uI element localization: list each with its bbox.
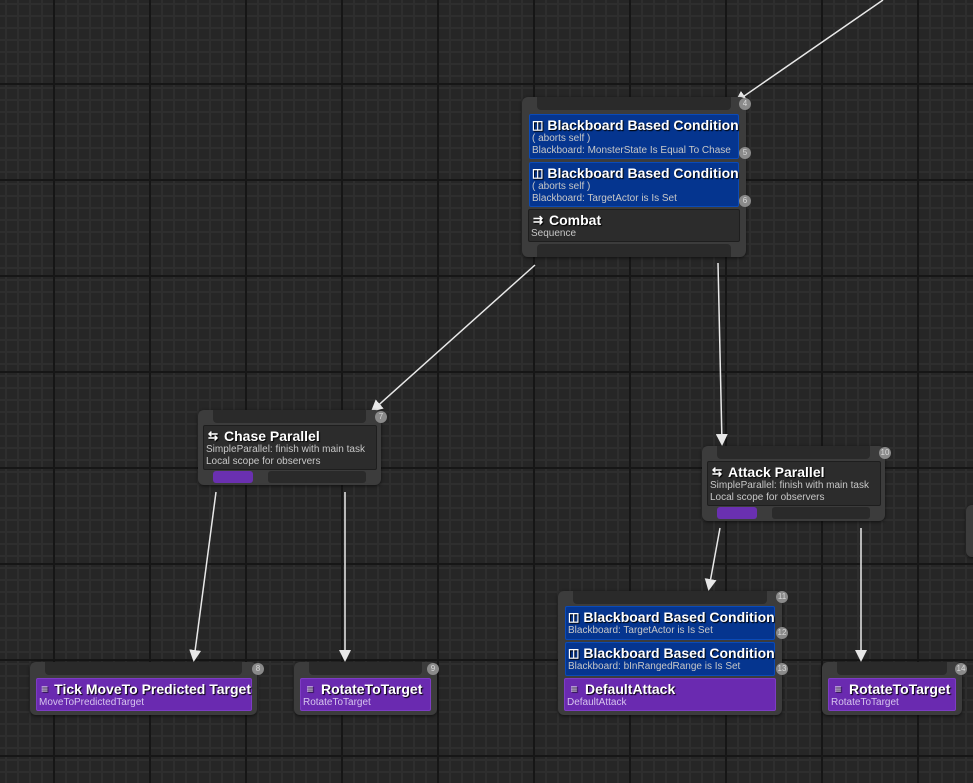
- node-subtitle: MoveToPredictedTarget: [39, 697, 145, 708]
- task-icon: ≡: [834, 681, 842, 696]
- execution-index-badge: 6: [739, 195, 751, 207]
- attack-parallel-body[interactable]: ⇆ Attack Parallel SimpleParallel: finish …: [707, 461, 881, 506]
- blackboard-icon: ◫: [568, 645, 580, 660]
- rotate-to-target-node[interactable]: ≡ RotateToTarget RotateToTarget: [822, 662, 962, 715]
- decorator-target-actor[interactable]: ◫ Blackboard Based Condition Blackboard: …: [565, 606, 775, 640]
- edge-chase-tick-move: [189, 491, 217, 662]
- rotate-to-target-node[interactable]: ≡ RotateToTarget RotateToTarget: [294, 662, 437, 715]
- decorator-title: Blackboard Based Condition: [583, 645, 775, 661]
- input-pin[interactable]: [309, 662, 422, 675]
- input-pin[interactable]: [213, 410, 366, 423]
- node-title: DefaultAttack: [585, 681, 676, 697]
- decorator-title: Blackboard Based Condition: [583, 609, 775, 625]
- execution-index-badge: 11: [776, 591, 788, 603]
- chase-parallel-body[interactable]: ⇆ Chase Parallel SimpleParallel: finish w…: [203, 425, 377, 470]
- execution-index-badge: 9: [427, 663, 439, 675]
- node-title: Combat: [549, 212, 602, 228]
- decorator-in-ranged-range[interactable]: ◫ Blackboard Based Condition Blackboard: …: [565, 642, 775, 676]
- node-title: RotateToTarget: [321, 681, 423, 697]
- parallel-icon: ⇆: [711, 464, 723, 479]
- rotate-task[interactable]: ≡ RotateToTarget RotateToTarget: [300, 678, 431, 711]
- background-pin[interactable]: [268, 471, 366, 483]
- decorator-detail: Blackboard: TargetActor is Is Set: [532, 193, 677, 204]
- execution-index-badge: 4: [739, 98, 751, 110]
- sequence-icon: ⇉: [532, 212, 544, 227]
- task-icon: ≡: [306, 681, 314, 696]
- attack-parallel-node[interactable]: ⇆ Attack Parallel SimpleParallel: finish …: [702, 446, 885, 521]
- combat-node[interactable]: ◫ Blackboard Based Condition ( aborts sel…: [522, 97, 746, 257]
- output-pin[interactable]: [537, 244, 731, 257]
- main-task-pin[interactable]: [213, 471, 253, 483]
- chase-parallel-node[interactable]: ⇆ Chase Parallel SimpleParallel: finish w…: [198, 410, 381, 485]
- node-detail: Local scope for observers: [710, 492, 825, 503]
- input-pin[interactable]: [45, 662, 242, 675]
- blackboard-icon: ◫: [568, 609, 580, 624]
- default-attack-node[interactable]: ◫ Blackboard Based Condition Blackboard: …: [558, 591, 782, 715]
- rotate-task[interactable]: ≡ RotateToTarget RotateToTarget: [828, 678, 956, 711]
- execution-index-badge: 14: [955, 663, 967, 675]
- node-subtitle: DefaultAttack: [567, 697, 627, 708]
- tick-moveto-task[interactable]: ≡ Tick MoveTo Predicted Target MoveToPred…: [36, 678, 252, 711]
- blackboard-icon: ◫: [532, 117, 544, 132]
- task-icon: ≡: [570, 681, 578, 696]
- parallel-icon: ⇆: [207, 428, 219, 443]
- execution-index-badge: 8: [252, 663, 264, 675]
- decorator-title: Blackboard Based Condition: [547, 165, 739, 181]
- task-icon: ≡: [41, 681, 49, 696]
- input-pin[interactable]: [837, 662, 947, 675]
- input-pin[interactable]: [717, 446, 870, 459]
- input-pin[interactable]: [573, 591, 767, 604]
- decorator-detail: Blackboard: MonsterState Is Equal To Cha…: [532, 145, 731, 156]
- execution-index-badge: 12: [776, 627, 788, 639]
- abort-mode: ( aborts self ): [532, 133, 591, 144]
- edge-combat-chase: [370, 264, 536, 413]
- node-title: Chase Parallel: [224, 428, 320, 444]
- execution-index-badge: 10: [879, 447, 891, 459]
- background-pin[interactable]: [772, 507, 870, 519]
- main-task-pin[interactable]: [717, 507, 757, 519]
- execution-index-badge: 7: [375, 411, 387, 423]
- input-pin[interactable]: [537, 97, 731, 110]
- node-title: RotateToTarget: [849, 681, 951, 697]
- combat-sequence[interactable]: ⇉ Combat Sequence: [528, 209, 740, 242]
- decorator-monster-state[interactable]: ◫ Blackboard Based Condition ( aborts sel…: [529, 114, 739, 159]
- abort-mode: ( aborts self ): [532, 181, 591, 192]
- execution-index-badge: 13: [776, 663, 788, 675]
- edge-root-combat: [734, 0, 884, 103]
- node-detail: SimpleParallel: finish with main task: [206, 444, 365, 455]
- execution-index-badge: 5: [739, 147, 751, 159]
- decorator-title: Blackboard Based Condition: [547, 117, 739, 133]
- edge-attack-parallel-attack: [704, 527, 721, 591]
- node-title: Tick MoveTo Predicted Target: [54, 681, 251, 697]
- node-subtitle: Sequence: [531, 228, 577, 239]
- node-subtitle: RotateToTarget: [831, 697, 899, 708]
- tick-moveto-node[interactable]: ≡ Tick MoveTo Predicted Target MoveToPred…: [30, 662, 257, 715]
- blackboard-icon: ◫: [532, 165, 544, 180]
- decorator-detail: Blackboard: TargetActor is Is Set: [568, 625, 713, 636]
- offscreen-node[interactable]: [966, 505, 973, 557]
- decorator-detail: Blackboard: bInRangedRange is Is Set: [568, 661, 741, 672]
- node-detail: SimpleParallel: finish with main task: [710, 480, 869, 491]
- node-title: Attack Parallel: [728, 464, 825, 480]
- node-detail: Local scope for observers: [206, 456, 321, 467]
- default-attack-task[interactable]: ≡ DefaultAttack DefaultAttack: [564, 678, 776, 711]
- decorator-target-actor[interactable]: ◫ Blackboard Based Condition ( aborts sel…: [529, 162, 739, 207]
- edge-combat-attack-parallel: [715, 262, 728, 446]
- node-subtitle: RotateToTarget: [303, 697, 371, 708]
